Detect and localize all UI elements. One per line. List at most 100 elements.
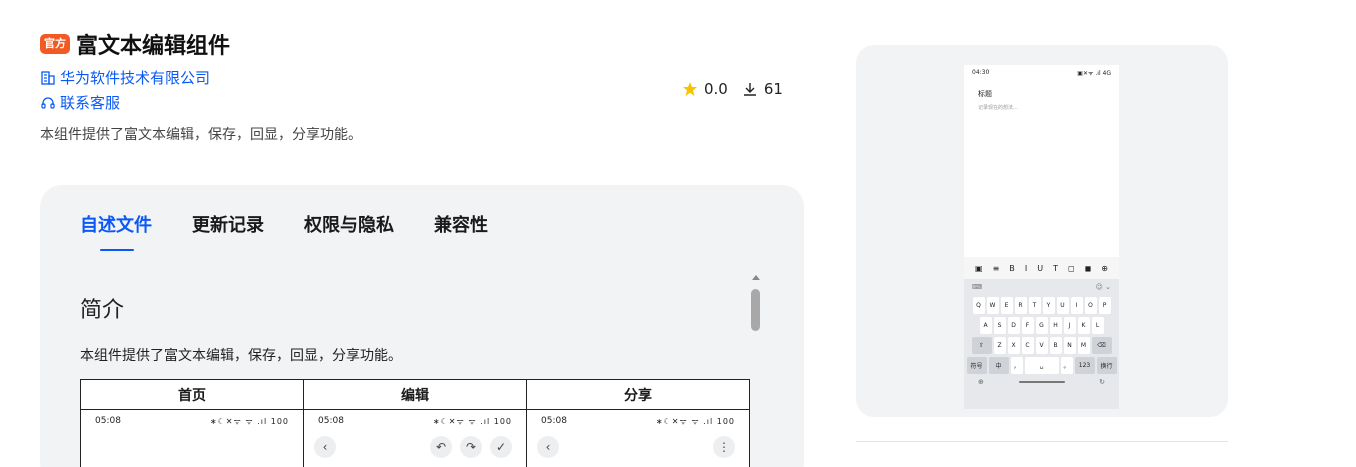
keyboard-icon: ⌨ [972,283,983,291]
download-icon [743,83,756,96]
download-count: 61 [763,80,783,98]
key-letter: Q [972,297,985,314]
preview-panel: 04:30 ▣✕ᯤ .ıl 4G 标题 记录现在的想法... ▣ ≡ B I U… [856,45,1228,417]
photo-icon: ◼ [1084,263,1092,273]
back-icon: ‹ [537,436,559,458]
tab-readme[interactable]: 自述文件 [80,211,152,251]
note-title: 标题 [978,90,992,98]
phone-status-bar: 04:30 ▣✕ᯤ .ıl 4G [964,65,1119,77]
key-letter: B [1049,337,1062,354]
key-enter: 换行 [1096,357,1117,374]
key-letter: F [1021,317,1034,334]
key-period: 。 [1060,357,1073,374]
status-bar: 05:08 ∗☾✕ᯤ ᯤ .ıl 100 [81,410,303,427]
key-letter: O [1084,297,1097,314]
editor-toolbar: ▣ ≡ B I U T ◻ ◼ ⊕ [964,257,1119,279]
scroll-up-arrow[interactable] [752,275,760,280]
keyboard-row: ASDFGHJKL [964,317,1119,334]
key-letter: I [1070,297,1083,314]
redo-icon: ↷ [460,436,482,458]
phone-time: 04:30 [972,69,990,76]
headset-icon [41,96,55,109]
keyboard: ⌨ ☺ ⌄ QWERTYUIOP ASDFGHJKL ⇧ Z X C V B N M ⌫ 符号 … [964,279,1119,409]
table-header: 分享 [526,379,750,410]
undo-icon: ↶ [430,436,452,458]
key-letter: X [1007,337,1020,354]
phone-status-icons: ▣✕ᯤ .ıl 4G [1077,70,1111,77]
tab-compatibility[interactable]: 兼容性 [434,211,488,237]
component-description: 本组件提供了富文本编辑，保存，回显，分享功能。 [40,127,362,143]
key-letter: H [1049,317,1062,334]
table-header-row: 首页 编辑 分享 [80,379,750,410]
star-icon [683,82,697,96]
settings-icon: ⊕ [1101,263,1108,273]
strikethrough-icon: T [1053,263,1058,273]
readme-card: 自述文件 更新记录 权限与隐私 兼容性 简介 本组件提供了富文本编辑，保存，回显… [40,185,804,467]
key-letter: E [1000,297,1013,314]
phone-preview[interactable]: 04:30 ▣✕ᯤ .ıl 4G 标题 记录现在的想法... ▣ ≡ B I U… [964,65,1119,409]
section-description: 本组件提供了富文本编辑，保存，回显，分享功能。 [80,348,402,364]
globe-icon: ⊕ [978,378,984,386]
key-letter: M [1077,337,1090,354]
key-letter: V [1035,337,1048,354]
share-screenshot: 05:08 ∗☾✕ᯤ ᯤ .ıl 100 ‹ ⋮ [526,409,750,467]
key-letter: N [1063,337,1076,354]
bold-icon: B [1009,263,1015,273]
emoji-icon: ☺ ⌄ [1095,283,1111,291]
status-time: 05:08 [541,416,567,426]
key-123: 123 [1074,357,1095,374]
format-icon: ▣ [975,263,983,273]
home-screenshot: 05:08 ∗☾✕ᯤ ᯤ .ıl 100 [80,409,304,467]
key-symbol: 符号 [966,357,987,374]
tab-changelog[interactable]: 更新记录 [192,211,264,237]
tab-permissions-privacy[interactable]: 权限与隐私 [304,211,394,237]
building-icon [41,70,55,85]
key-backspace: ⌫ [1091,337,1112,354]
table-row: 05:08 ∗☾✕ᯤ ᯤ .ıl 100 05:08 ∗☾✕ᯤ ᯤ .ıl 10… [80,409,750,467]
official-badge: 官方 [40,34,70,54]
check-icon: ✓ [490,436,512,458]
vendor-name: 华为软件技术有限公司 [60,69,211,87]
scrollbar-thumb[interactable] [751,289,760,331]
stats: 0.0 61 [682,80,783,98]
key-letter: U [1056,297,1069,314]
key-letter: C [1021,337,1034,354]
key-letter: P [1098,297,1111,314]
contact-service-link[interactable]: 联系客服 [40,92,120,113]
key-chinese: 中 [988,357,1009,374]
more-icon: ⋮ [713,436,735,458]
status-icons: ∗☾✕ᯤ ᯤ .ıl 100 [432,417,512,426]
edit-screenshot: 05:08 ∗☾✕ᯤ ᯤ .ıl 100 ‹ ↶ ↷ ✓ [303,409,527,467]
vendor-link[interactable]: 华为软件技术有限公司 [40,67,210,88]
title-row: 官方 富文本编辑组件 [40,28,230,60]
key-letter: D [1007,317,1020,334]
note-placeholder: 记录现在的想法... [978,105,1018,111]
align-icon: ≡ [992,263,1000,273]
status-icons: ∗☾✕ᯤ ᯤ .ıl 100 [209,417,289,426]
key-letter: Z [993,337,1006,354]
key-shift: ⇧ [971,337,992,354]
keyboard-top-bar: ⌨ ☺ ⌄ [964,279,1119,295]
key-letter: R [1014,297,1027,314]
key-letter: A [979,317,992,334]
status-time: 05:08 [318,416,344,426]
status-bar: 05:08 ∗☾✕ᯤ ᯤ .ıl 100 [527,410,749,427]
underline-icon: U [1037,263,1044,273]
back-icon: ‹ [314,436,336,458]
key-letter: T [1028,297,1041,314]
key-letter: K [1077,317,1090,334]
key-letter: J [1063,317,1076,334]
status-icons: ∗☾✕ᯤ ᯤ .ıl 100 [655,417,735,426]
home-indicator [1018,381,1065,383]
status-bar: 05:08 ∗☾✕ᯤ ᯤ .ıl 100 [304,410,526,427]
italic-icon: I [1024,263,1028,273]
rating-value: 0.0 [704,80,728,98]
keyboard-row: ⇧ Z X C V B N M ⌫ [964,337,1119,354]
key-letter: W [986,297,999,314]
key-letter: S [993,317,1006,334]
table-header: 首页 [80,379,304,410]
key-comma: ， [1010,357,1023,374]
section-title: 简介 [80,298,125,323]
contact-service-label: 联系客服 [60,94,121,112]
key-space: ␣ [1024,357,1059,374]
